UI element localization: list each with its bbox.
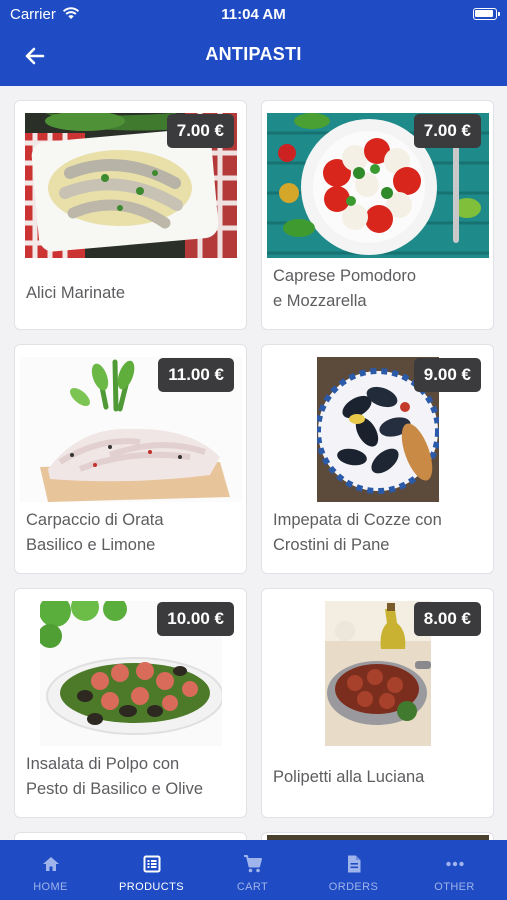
page-title: ANTIPASTI [205, 44, 302, 64]
app-header: Carrier 11:04 AM ANTIPASTI [0, 0, 507, 86]
price-badge: 9.00 € [413, 358, 481, 392]
product-card[interactable]: 7.00 € Alici Marinate [14, 100, 247, 330]
product-name: Polipetti alla Luciana [273, 765, 488, 790]
product-grid[interactable]: 7.00 € Alici Marinate 7.00 € Caprese Pom… [0, 86, 507, 840]
product-name: Alici Marinate [26, 281, 241, 306]
tab-products[interactable]: PRODUCTS [101, 840, 202, 900]
tab-label: HOME [33, 881, 68, 893]
product-name-line: e Mozzarella [273, 292, 367, 310]
status-bar: Carrier 11:04 AM [0, 0, 507, 28]
product-name: Caprese Pomodoro e Mozzarella [273, 264, 488, 314]
product-card[interactable]: 8.00 € Polipetti alla Luciana [261, 588, 494, 818]
tab-label: ORDERS [328, 881, 379, 893]
status-time: 11:04 AM [221, 6, 286, 23]
product-name: Impepata di Cozze con Crostini di Pane [273, 508, 488, 558]
cart-icon [243, 855, 262, 873]
product-name-line: Impepata di Cozze con [273, 511, 442, 529]
tab-label: OTHER [434, 881, 475, 893]
tab-label: PRODUCTS [119, 881, 184, 893]
price-badge: 10.00 € [157, 602, 234, 636]
tab-bar: HOME PRODUCTS CART ORDERS OTHER [0, 840, 507, 900]
product-name-line: Polipetti alla Luciana [273, 768, 425, 786]
price-badge: 8.00 € [413, 602, 481, 636]
product-name-line: Caprese Pomodoro [273, 267, 417, 285]
product-card[interactable]: 9.00 € Impepata di Cozze con Crostini di… [261, 344, 494, 574]
product-card[interactable] [14, 832, 247, 840]
price-badge: 7.00 € [166, 114, 234, 148]
more-icon [445, 861, 464, 867]
product-card[interactable]: 10.00 € Insalata di Polpo con Pesto di B… [14, 588, 247, 818]
tab-label: CART [236, 881, 269, 893]
home-icon [42, 857, 59, 871]
product-name: Carpaccio di Orata Basilico e Limone [26, 508, 241, 558]
tab-orders[interactable]: ORDERS [303, 840, 404, 900]
battery-icon [473, 8, 500, 20]
product-card[interactable] [261, 832, 494, 840]
products-icon [143, 855, 160, 873]
product-card[interactable]: 11.00 € Carpaccio di Orata Basilico e Li… [14, 344, 247, 574]
product-name-line: Insalata di Polpo con [26, 755, 180, 773]
tab-cart[interactable]: CART [202, 840, 303, 900]
product-name-line: Pesto di Basilico e Olive [26, 780, 203, 798]
price-badge: 7.00 € [413, 114, 481, 148]
tab-home[interactable]: HOME [0, 840, 101, 900]
price-badge: 11.00 € [158, 358, 234, 392]
product-card[interactable]: 7.00 € Caprese Pomodoro e Mozzarella [261, 100, 494, 330]
product-name: Insalata di Polpo con Pesto di Basilico … [26, 752, 241, 802]
product-name-line: Carpaccio di Orata [26, 511, 164, 529]
product-name-line: Alici Marinate [26, 284, 126, 302]
tab-other[interactable]: OTHER [404, 840, 505, 900]
product-name-line: Basilico e Limone [26, 536, 156, 554]
orders-icon [347, 855, 360, 873]
product-name-line: Crostini di Pane [273, 536, 390, 554]
